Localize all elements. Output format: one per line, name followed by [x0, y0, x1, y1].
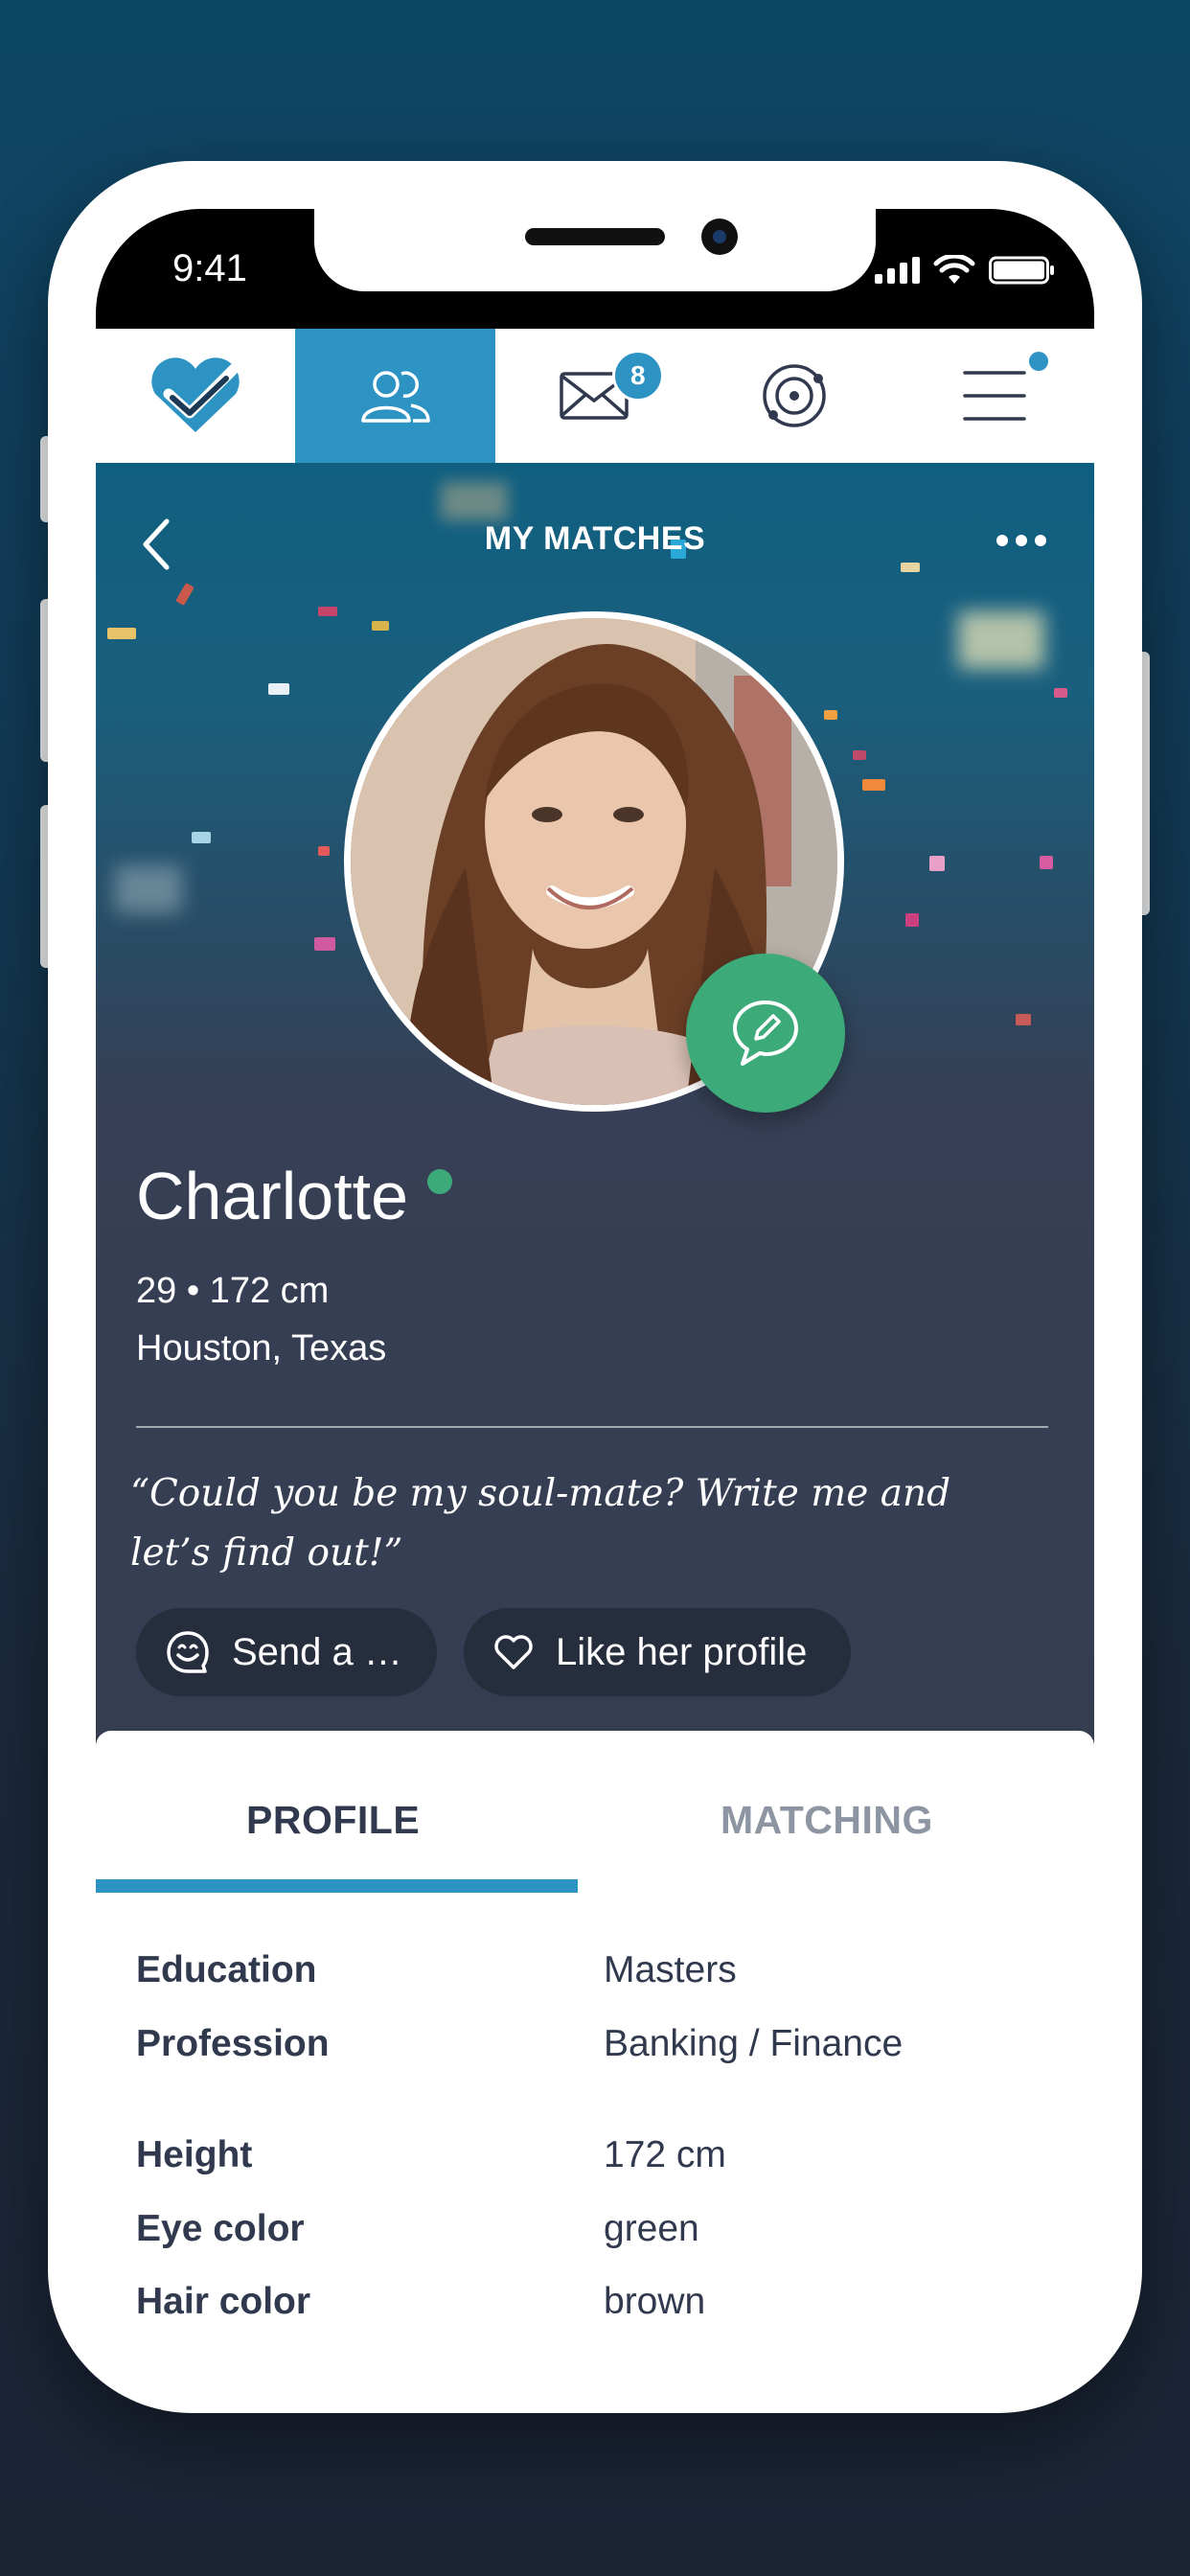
detail-label: Height	[136, 2134, 253, 2175]
people-icon	[360, 371, 430, 423]
confetti	[824, 710, 837, 720]
status-bar: 9:41	[96, 209, 1094, 329]
confetti	[107, 628, 136, 639]
smiley-icon	[167, 1631, 209, 1673]
confetti	[314, 937, 335, 951]
location: Houston, Texas	[136, 1328, 387, 1368]
matches-tab[interactable]	[295, 329, 495, 463]
confetti	[1054, 688, 1067, 698]
confetti	[853, 750, 866, 760]
home-logo-tab[interactable]	[96, 329, 295, 463]
profile-hero: MY MATCHES Charlotte 29 • 172 cm Houston…	[96, 463, 1094, 1752]
detail-label: Eye color	[136, 2208, 305, 2249]
more-options-button[interactable]	[996, 535, 1046, 546]
confetti	[115, 865, 182, 913]
wifi-icon	[933, 255, 975, 284]
heart-icon	[494, 1635, 533, 1669]
detail-label: Education	[136, 1949, 317, 1990]
send-smile-button[interactable]: Send a …	[136, 1608, 437, 1696]
confetti	[268, 683, 289, 695]
confetti	[175, 582, 195, 607]
status-time: 9:41	[172, 247, 247, 289]
menu-notification-dot	[1028, 352, 1048, 371]
detail-value: brown	[604, 2281, 706, 2322]
confetti	[318, 846, 330, 856]
hamburger-menu-icon	[963, 371, 1026, 421]
confetti	[318, 607, 337, 616]
detail-value: Banking / Finance	[604, 2023, 904, 2064]
confetti	[192, 832, 211, 843]
tab-matching[interactable]: MATCHING	[721, 1798, 933, 1843]
confetti	[441, 482, 508, 520]
menu-tab[interactable]	[895, 329, 1094, 463]
detail-label: Hair color	[136, 2281, 311, 2322]
divider	[136, 1426, 1048, 1428]
battery-icon	[989, 256, 1054, 285]
front-camera	[701, 218, 738, 255]
confetti	[901, 563, 920, 572]
age-height: 29 • 172 cm	[136, 1271, 330, 1311]
page-title: MY MATCHES	[484, 520, 706, 557]
app-nav-bar: 8	[96, 329, 1094, 463]
like-profile-button[interactable]: Like her profile	[464, 1608, 851, 1696]
confetti	[929, 856, 945, 871]
online-status-dot	[427, 1169, 453, 1194]
send-smile-label: Send a …	[232, 1630, 402, 1673]
messages-tab[interactable]: 8	[495, 329, 695, 463]
tab-profile[interactable]: PROFILE	[246, 1798, 420, 1843]
chat-pencil-icon	[733, 1000, 798, 1066]
name-row: Charlotte	[136, 1158, 453, 1234]
speaker	[525, 228, 665, 245]
write-message-button[interactable]	[686, 954, 845, 1113]
confetti	[862, 779, 885, 791]
detail-value: green	[604, 2208, 699, 2249]
detail-value: Masters	[604, 1949, 737, 1990]
phone-screen: 9:41 8 MY MATCHES Charlotte 29 • 172 cm …	[96, 209, 1094, 2360]
status-icons	[875, 255, 1056, 286]
radar-icon	[763, 364, 827, 427]
heart-check-logo-icon	[151, 357, 240, 432]
detail-label: Profession	[136, 2023, 330, 2064]
phone-frame: 9:41 8 MY MATCHES Charlotte 29 • 172 cm …	[48, 161, 1142, 2413]
detail-value: 172 cm	[604, 2134, 726, 2175]
messages-count-badge: 8	[611, 350, 664, 402]
profile-tabs: PROFILE MATCHING	[96, 1731, 1094, 1894]
like-profile-label: Like her profile	[556, 1630, 808, 1673]
confetti	[1016, 1014, 1031, 1025]
confetti	[372, 621, 389, 631]
profile-name: Charlotte	[136, 1159, 409, 1233]
profile-quote: “Could you be my soul-mate? Write me and…	[130, 1472, 951, 1575]
confetti	[1040, 856, 1053, 869]
active-tab-indicator	[96, 1879, 578, 1893]
signal-icon	[875, 257, 920, 284]
discover-tab[interactable]	[695, 329, 894, 463]
profile-details-card: PROFILE MATCHING Education Masters Profe…	[96, 1731, 1094, 2360]
confetti	[905, 913, 919, 927]
notch	[314, 209, 876, 291]
confetti	[958, 611, 1044, 669]
